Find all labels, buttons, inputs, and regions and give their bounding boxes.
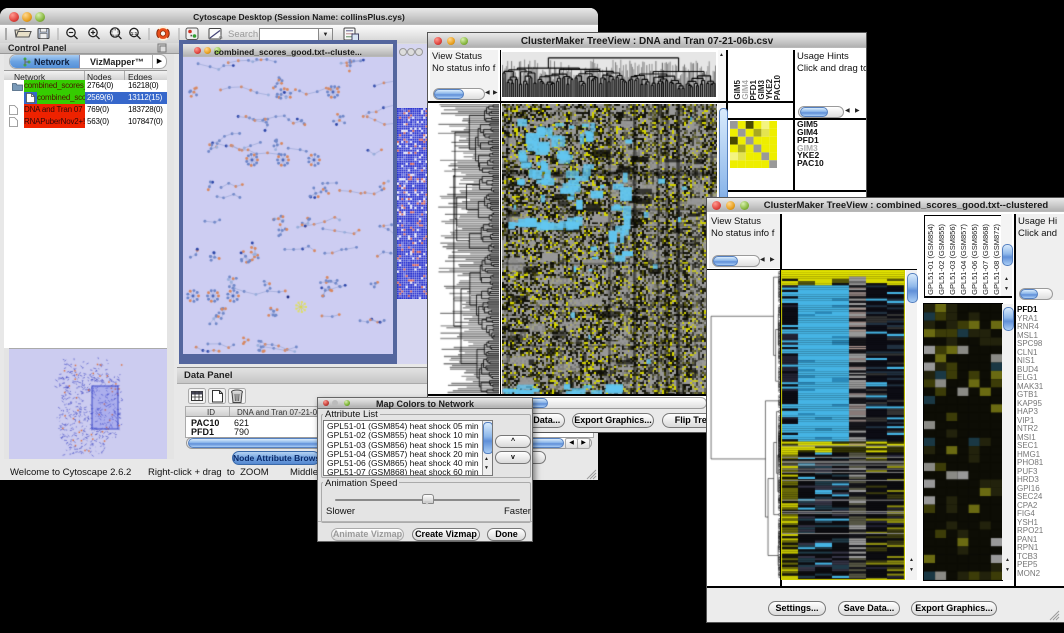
svg-text:1:1: 1:1 xyxy=(131,31,138,36)
